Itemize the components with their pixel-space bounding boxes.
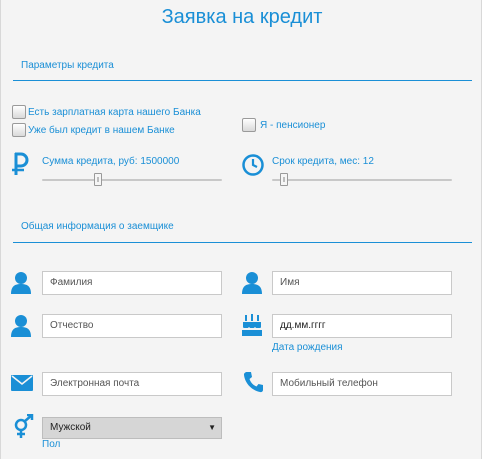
phone-input[interactable]: Мобильный телефон [272, 372, 452, 396]
amount-slider-track[interactable] [42, 179, 222, 181]
previous-credit-label[interactable]: Уже был кредит в нашем Банке [28, 125, 175, 136]
gender-select-value: Мужской [50, 422, 91, 433]
salary-card-checkbox[interactable] [12, 105, 26, 119]
envelope-icon [11, 375, 33, 391]
user-icon [11, 314, 31, 338]
borrower-heading: Общая информация о заемщике [21, 221, 174, 232]
gender-icon [11, 414, 37, 440]
birthdate-input[interactable]: дд.мм.гггг [272, 314, 452, 338]
email-input[interactable]: Электронная почта [42, 372, 222, 396]
previous-credit-checkbox[interactable] [12, 123, 26, 137]
term-label: Срок кредита, мес: 12 [272, 156, 374, 167]
name-input[interactable]: Имя [272, 271, 452, 295]
ruble-icon [11, 152, 29, 176]
clock-icon [241, 153, 265, 177]
amount-label: Сумма кредита, руб: 1500000 [42, 156, 180, 167]
term-slider-track[interactable] [272, 179, 452, 181]
gender-select[interactable]: Мужской ▼ [42, 417, 222, 439]
dropdown-arrow-icon: ▼ [208, 423, 216, 432]
amount-slider-thumb[interactable] [94, 173, 102, 186]
surname-input[interactable]: Фамилия [42, 271, 222, 295]
birthday-cake-icon [241, 313, 263, 337]
salary-card-label[interactable]: Есть зарплатная карта нашего Банка [28, 107, 201, 118]
borrower-divider [13, 242, 472, 243]
user-icon [242, 271, 262, 295]
birthdate-caption: Дата рождения [272, 342, 343, 353]
gender-caption: Пол [42, 439, 61, 450]
pensioner-checkbox[interactable] [242, 118, 256, 132]
page-title: Заявка на кредит [161, 6, 323, 28]
phone-icon [243, 371, 263, 393]
term-slider-thumb[interactable] [280, 173, 288, 186]
credit-params-divider [13, 80, 472, 81]
credit-params-heading: Параметры кредита [21, 60, 114, 71]
pensioner-label[interactable]: Я - пенсионер [260, 120, 325, 131]
patronymic-input[interactable]: Отчество [42, 314, 222, 338]
user-icon [11, 271, 31, 295]
